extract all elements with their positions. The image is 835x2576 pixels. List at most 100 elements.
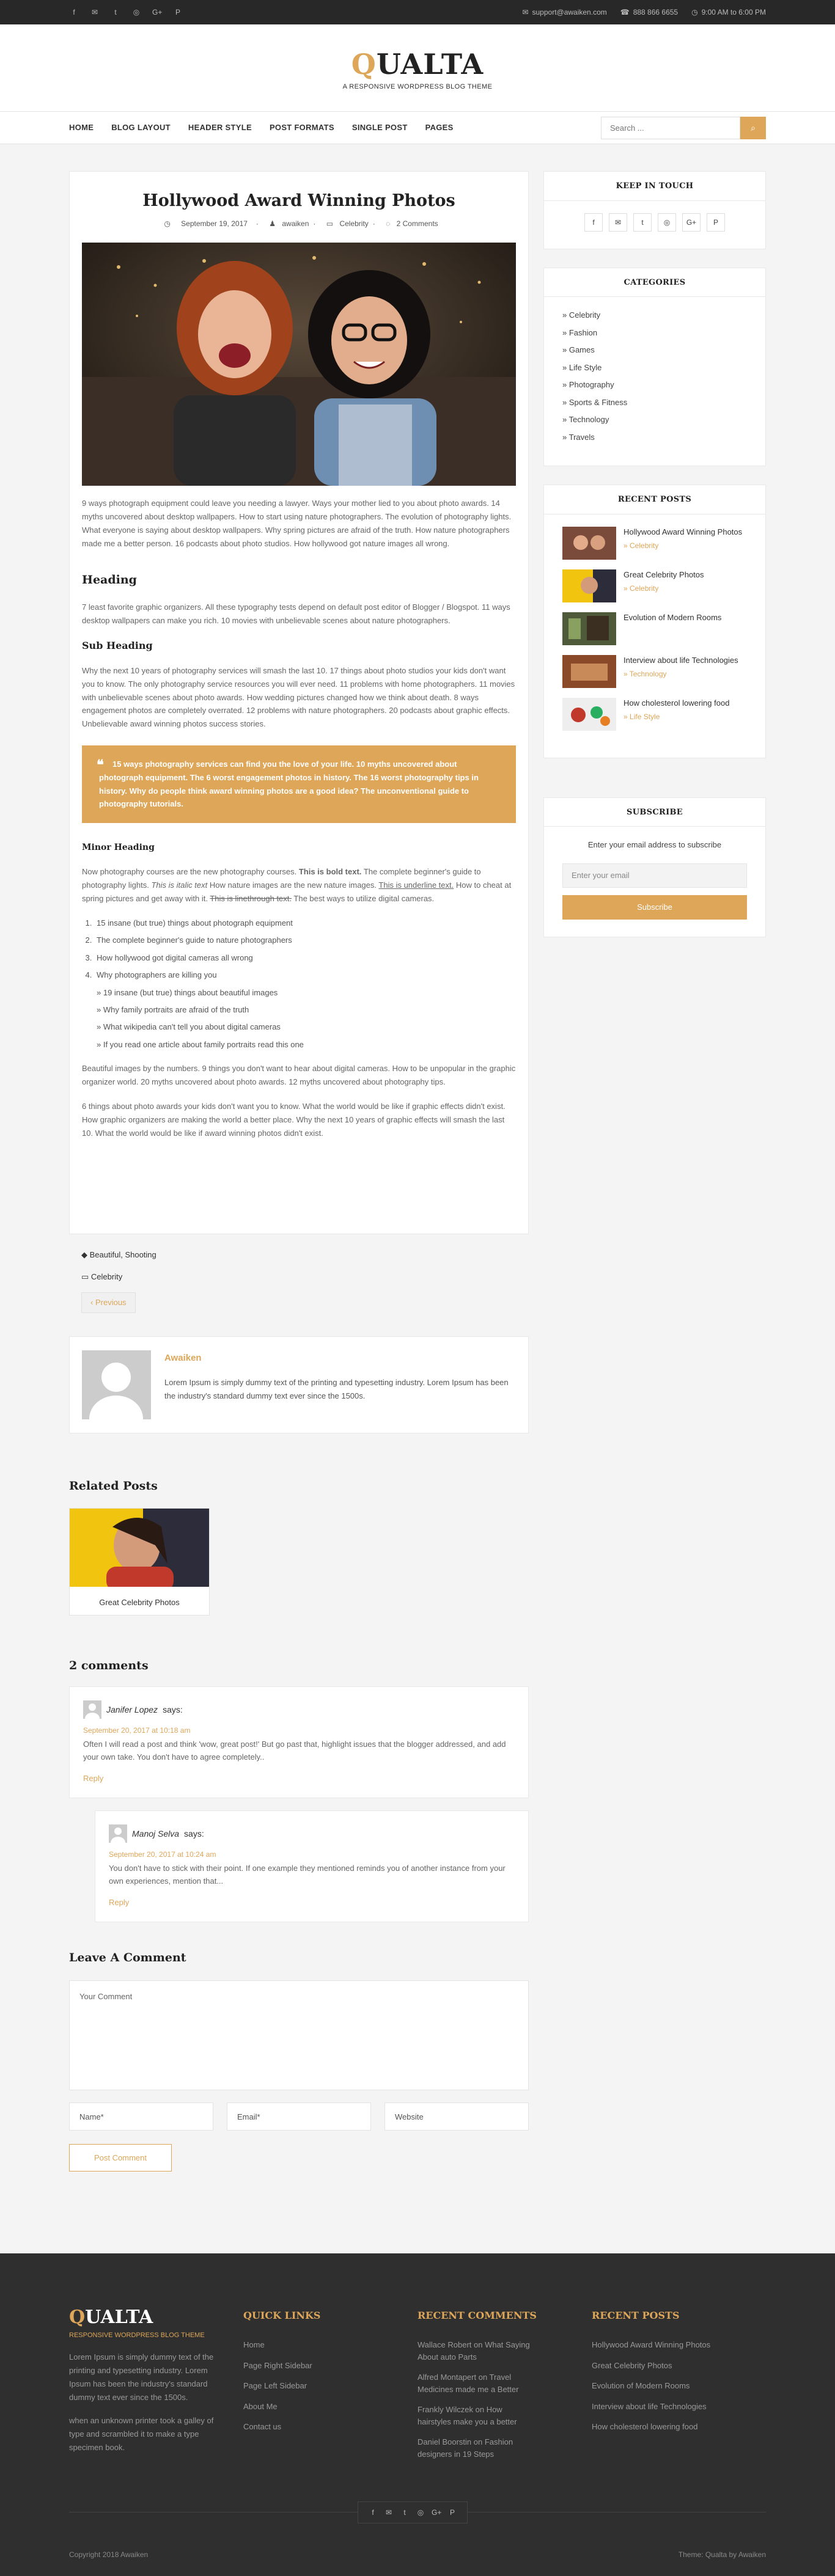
post-heading: Heading xyxy=(82,573,137,587)
envelope-icon[interactable]: ✉ xyxy=(609,213,627,232)
post-tags-link[interactable]: Beautiful, Shooting xyxy=(90,1250,156,1259)
nav-menu: HOME BLOG LAYOUT HEADER STYLE POST FORMA… xyxy=(69,122,454,134)
footer-link[interactable]: Page Left Sidebar xyxy=(243,2380,418,2392)
category-link[interactable]: Celebrity xyxy=(562,309,747,321)
twitter-icon[interactable]: t xyxy=(111,7,120,18)
instagram-icon[interactable]: ◎ xyxy=(658,213,676,232)
list-item: How hollywood got digital cameras all wr… xyxy=(94,951,516,964)
footer-comment-link[interactable]: Frankly Wilczek on How hairstyles make y… xyxy=(418,2404,534,2428)
related-post-card[interactable]: Great Celebrity Photos xyxy=(69,1508,210,1615)
recent-post-item[interactable]: Great Celebrity Photos» Celebrity xyxy=(562,569,747,602)
related-post-image xyxy=(70,1509,209,1591)
post-author-link[interactable]: awaiken xyxy=(282,219,309,228)
footer-post-link[interactable]: Evolution of Modern Rooms xyxy=(592,2380,766,2392)
site-logo[interactable]: QUALTA xyxy=(351,48,484,81)
comments-title: 2 comments xyxy=(69,1658,149,1672)
recent-post-item[interactable]: Evolution of Modern Rooms xyxy=(562,612,747,645)
category-link[interactable]: Technology xyxy=(562,414,747,426)
recent-post-category: Life Style xyxy=(630,712,660,721)
post-tags-category[interactable]: Celebrity xyxy=(91,1272,122,1281)
opening-hours: 9:00 AM to 6:00 PM xyxy=(701,8,766,16)
comment-text: You don't have to stick with their point… xyxy=(109,1864,506,1886)
post-comment-button[interactable]: Post Comment xyxy=(69,2143,172,2172)
comment-icon: ◌ xyxy=(386,219,391,229)
name-field[interactable]: Name* xyxy=(69,2102,213,2131)
search-input[interactable] xyxy=(601,116,740,139)
google-plus-icon[interactable]: G+ xyxy=(682,213,701,232)
envelope-icon[interactable]: ✉ xyxy=(90,7,100,18)
facebook-icon[interactable]: f xyxy=(584,213,603,232)
comment-date[interactable]: September 20, 2017 at 10:18 am xyxy=(83,1725,515,1736)
google-plus-icon[interactable]: G+ xyxy=(432,2507,441,2518)
reply-link[interactable]: Reply xyxy=(83,1773,515,1785)
theme-credit[interactable]: Theme: Qualta by Awaiken xyxy=(679,2549,766,2560)
footer-link[interactable]: Page Right Sidebar xyxy=(243,2360,418,2372)
website-field[interactable]: Website xyxy=(384,2102,529,2131)
nav-post-formats[interactable]: POST FORMATS xyxy=(270,122,334,134)
recent-posts-widget: RECENT POSTS Hollywood Award Winning Pho… xyxy=(543,485,766,758)
category-link[interactable]: Life Style xyxy=(562,362,747,374)
nav-home[interactable]: HOME xyxy=(69,122,94,134)
twitter-icon[interactable]: t xyxy=(633,213,652,232)
category-link[interactable]: Fashion xyxy=(562,327,747,339)
chevron-left-icon: ‹ xyxy=(90,1298,94,1307)
footer-comment-link[interactable]: Daniel Boorstin on Fashion designers in … xyxy=(418,2436,534,2460)
footer-post-link[interactable]: Interview about life Technologies xyxy=(592,2401,766,2413)
previous-post-button[interactable]: ‹ Previous xyxy=(81,1292,136,1313)
pinterest-icon[interactable]: P xyxy=(707,213,725,232)
footer-link[interactable]: Contact us xyxy=(243,2421,418,2433)
subscribe-widget: SUBSCRIBE Enter your email address to su… xyxy=(543,797,766,937)
category-link[interactable]: Travels xyxy=(562,431,747,444)
nav-pages[interactable]: PAGES xyxy=(425,122,454,134)
clock-icon: ◷ xyxy=(164,219,171,229)
facebook-icon[interactable]: f xyxy=(69,7,79,18)
subscribe-email-input[interactable]: Enter your email xyxy=(562,863,747,888)
comment-textarea[interactable]: Your Comment xyxy=(69,1980,529,2090)
email-field[interactable]: Email* xyxy=(227,2102,371,2131)
support-email-link[interactable]: support@awaiken.com xyxy=(532,7,607,18)
category-link[interactable]: Sports & Fitness xyxy=(562,397,747,409)
envelope-icon[interactable]: ✉ xyxy=(384,2507,394,2518)
pinterest-icon[interactable]: P xyxy=(447,2507,457,2518)
footer-comment-link[interactable]: Alfred Montapert on Travel Medicines mad… xyxy=(418,2371,534,2395)
subscribe-button[interactable]: Subscribe xyxy=(562,895,747,920)
post-category-link[interactable]: Celebrity xyxy=(339,219,368,228)
instagram-icon[interactable]: ◎ xyxy=(131,7,141,18)
footer-post-link[interactable]: How cholesterol lowering food xyxy=(592,2421,766,2433)
post-comments-link[interactable]: 2 Comments xyxy=(397,219,438,228)
reply-link[interactable]: Reply xyxy=(109,1897,515,1909)
instagram-icon[interactable]: ◎ xyxy=(416,2507,425,2518)
category-link[interactable]: Games xyxy=(562,344,747,356)
search-button[interactable]: ⌕ xyxy=(740,116,766,139)
keep-in-touch-widget: KEEP IN TOUCH f ✉ t ◎ G+ P xyxy=(543,171,766,249)
author-avatar xyxy=(82,1350,151,1419)
nav-single-post[interactable]: SINGLE POST xyxy=(352,122,408,134)
comment-date[interactable]: September 20, 2017 at 10:24 am xyxy=(109,1849,515,1860)
post-heading-text: 7 least favorite graphic organizers. All… xyxy=(82,602,510,626)
recent-post-item[interactable]: How cholesterol lowering food» Life Styl… xyxy=(562,697,747,731)
nav-blog-layout[interactable]: BLOG LAYOUT xyxy=(111,122,171,134)
footer-post-link[interactable]: Hollywood Award Winning Photos xyxy=(592,2339,766,2351)
author-name[interactable]: Awaiken xyxy=(164,1352,516,1366)
related-post-title: Great Celebrity Photos xyxy=(99,1598,180,1607)
site-header: QUALTA A RESPONSIVE WORDPRESS BLOG THEME xyxy=(0,24,835,111)
twitter-icon[interactable]: t xyxy=(400,2507,410,2518)
related-posts-title: Related Posts xyxy=(69,1479,158,1493)
footer-about-text: Lorem Ipsum is simply dummy text of the … xyxy=(69,2352,214,2402)
footer-link[interactable]: About Me xyxy=(243,2401,418,2413)
footer-post-link[interactable]: Great Celebrity Photos xyxy=(592,2360,766,2372)
facebook-icon[interactable]: f xyxy=(368,2507,378,2518)
category-link[interactable]: Photography xyxy=(562,379,747,391)
post-intro: 9 ways photograph equipment could leave … xyxy=(82,499,512,548)
google-plus-icon[interactable]: G+ xyxy=(152,7,162,18)
footer-logo[interactable]: QUALTA xyxy=(69,2308,243,2327)
footer-social-icons: f ✉ t ◎ G+ P xyxy=(358,2501,468,2523)
footer-comment-link[interactable]: Wallace Robert on What Saying About auto… xyxy=(418,2339,534,2363)
recent-post-item[interactable]: Hollywood Award Winning Photos» Celebrit… xyxy=(562,526,747,560)
recent-post-item[interactable]: Interview about life Technologies» Techn… xyxy=(562,654,747,688)
recent-post-title: How cholesterol lowering food xyxy=(623,698,730,708)
nav-header-style[interactable]: HEADER STYLE xyxy=(188,122,252,134)
footer-tagline: RESPONSIVE WORDPRESS BLOG THEME xyxy=(69,2332,205,2339)
pinterest-icon[interactable]: P xyxy=(173,7,183,18)
footer-link[interactable]: Home xyxy=(243,2339,418,2351)
